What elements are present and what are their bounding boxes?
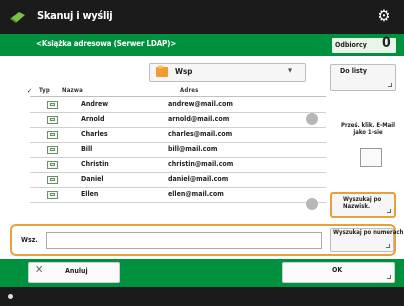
button-corner-icon (386, 244, 390, 248)
address-book-icon (156, 65, 168, 77)
chevron-down-icon: ▾ (288, 66, 293, 76)
email-entry-icon (47, 101, 58, 109)
entry-address: daniel@mail.com (168, 175, 229, 183)
scan-send-logo-icon (10, 12, 25, 23)
column-check-header: ✓ (27, 87, 33, 95)
list-item[interactable]: Bill bill@mail.com (30, 142, 326, 158)
add-to-list-label: Do listy (340, 67, 367, 75)
status-dot-icon (8, 294, 13, 299)
list-item[interactable]: Charles charles@mail.com (30, 127, 326, 143)
list-item[interactable]: Arnold arnold@mail.com (30, 112, 326, 128)
entry-name: Christin (81, 160, 109, 168)
column-address-header[interactable]: Adres (180, 87, 199, 94)
address-book-source-label[interactable]: <Książka adresowa (Serwer LDAP)> (36, 39, 176, 48)
entry-name: Charles (81, 130, 108, 138)
gear-icon[interactable]: ⚙ (376, 8, 392, 24)
status-strip (0, 287, 404, 306)
email-entry-icon (47, 191, 58, 199)
list-item[interactable]: Christin christin@mail.com (30, 157, 326, 173)
button-corner-icon (387, 275, 391, 279)
list-item[interactable]: Andrew andrew@mail.com (30, 97, 326, 113)
cancel-label: Anuluj (65, 267, 88, 275)
entry-name: Bill (81, 145, 93, 153)
entry-name: Arnold (81, 115, 105, 123)
entry-name: Ellen (81, 190, 99, 198)
email-entry-icon (47, 176, 58, 184)
address-type-selected: Wsp (175, 67, 193, 76)
page-title: Skanuj i wyślij (37, 9, 113, 22)
forward-email-checkbox[interactable] (360, 148, 382, 167)
email-entry-icon (47, 116, 58, 124)
search-by-name-label: Wyszukaj po Nazwisk. (343, 196, 382, 210)
address-type-dropdown[interactable] (149, 63, 306, 82)
entry-address: charles@mail.com (168, 130, 233, 138)
filter-label: Wsz. (21, 236, 38, 244)
email-entry-icon (47, 161, 58, 169)
list-item[interactable]: Ellen ellen@mail.com (30, 187, 326, 203)
entry-name: Daniel (81, 175, 104, 183)
entry-address: andrew@mail.com (168, 100, 233, 108)
entry-name: Andrew (81, 100, 109, 108)
entry-address: ellen@mail.com (168, 190, 224, 198)
recipient-counter-label: Odbiorcy (335, 41, 367, 49)
scroll-up-button[interactable] (306, 113, 318, 125)
email-entry-icon (47, 146, 58, 154)
filter-input[interactable] (46, 232, 322, 249)
column-type-header[interactable]: Typ (39, 87, 50, 94)
entry-address: bill@mail.com (168, 145, 218, 153)
entry-address: arnold@mail.com (168, 115, 230, 123)
button-corner-icon (388, 83, 392, 87)
forward-email-label: Prześ. klik. E-Mail jako 1-sie (340, 122, 395, 136)
email-entry-icon (47, 131, 58, 139)
scroll-down-button[interactable] (306, 198, 318, 210)
ok-label: OK (332, 266, 343, 274)
list-item[interactable]: Daniel daniel@mail.com (30, 172, 326, 188)
address-list: Andrew andrew@mail.com Arnold arnold@mai… (30, 96, 326, 217)
search-by-number-label: Wyszukaj po numerach (333, 229, 404, 236)
entry-address: christin@mail.com (168, 160, 234, 168)
recipient-count: 0 (382, 35, 391, 51)
close-icon: ✕ (35, 263, 44, 276)
column-name-header[interactable]: Nazwa (62, 87, 83, 94)
